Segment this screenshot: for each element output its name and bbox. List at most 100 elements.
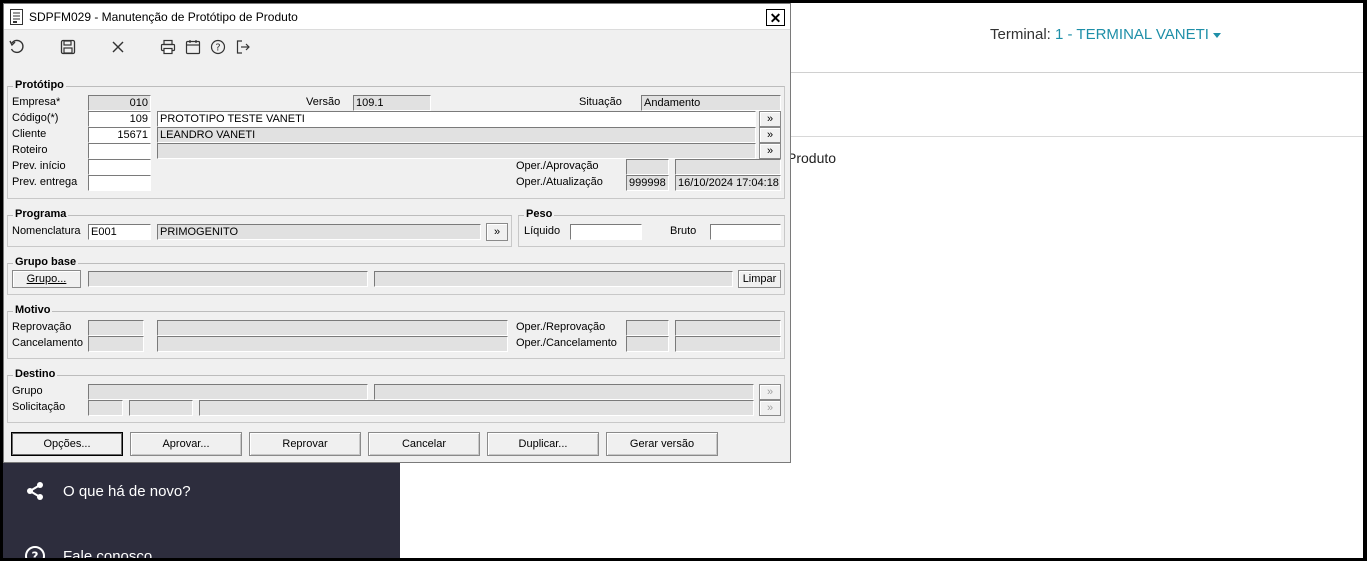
nomenclatura-field[interactable]: E001	[88, 224, 151, 240]
codigo-lookup-button[interactable]: »	[759, 111, 781, 127]
prev-inicio-field[interactable]	[88, 159, 151, 175]
oper-atualizacao-date: 16/10/2024 17:04:18	[675, 175, 781, 191]
share-icon	[23, 479, 47, 503]
oper-cancelamento-date	[675, 336, 781, 352]
help-icon[interactable]: ?	[209, 38, 227, 56]
codigo-field[interactable]: 109	[88, 111, 151, 127]
bruto-field[interactable]	[710, 224, 781, 240]
terminal-label: Terminal:	[990, 26, 1051, 43]
reprovacao-label: Reprovação	[12, 321, 72, 333]
caret-down-icon	[1212, 32, 1221, 38]
codigo-description[interactable]: PROTOTIPO TESTE VANETI	[157, 111, 756, 127]
reprovar-button[interactable]: Reprovar	[249, 432, 361, 456]
reprovacao-description	[157, 320, 508, 336]
oper-reprovacao-label: Oper./Reprovação	[516, 321, 606, 333]
sidebar-item-label: Fale conosco	[63, 547, 153, 559]
oper-atualizacao-label: Oper./Atualização	[516, 176, 603, 188]
programa-legend: Programa	[13, 208, 69, 220]
cancelamento-label: Cancelamento	[12, 337, 83, 349]
close-button[interactable]: ✕	[766, 9, 785, 26]
cancelamento-description	[157, 336, 508, 352]
svg-text:?: ?	[215, 43, 220, 54]
svg-text:?: ?	[32, 550, 39, 559]
nomenclatura-description: PRIMOGENITO	[157, 224, 481, 240]
sidebar-item-whats-new[interactable]: O que há de novo?	[3, 471, 400, 511]
prototipo-legend: Protótipo	[13, 79, 66, 91]
solicitacao-lookup-button: »	[759, 400, 781, 416]
oper-atualizacao-code: 999998	[626, 175, 669, 191]
codigo-label: Código(*)	[12, 112, 59, 124]
destino-grupo-code	[88, 384, 368, 400]
sidebar-item-contact[interactable]: ? Fale conosco	[3, 536, 400, 558]
calendar-icon[interactable]	[184, 38, 202, 56]
cancelamento-code	[88, 336, 144, 352]
limpar-button[interactable]: Limpar	[738, 270, 781, 288]
solicitacao-field-2	[129, 400, 193, 416]
solicitacao-description	[199, 400, 754, 416]
roteiro-label: Roteiro	[12, 144, 48, 156]
versao-field[interactable]: 109.1	[353, 95, 431, 111]
empresa-field[interactable]: 010	[88, 95, 151, 111]
gerar-versao-button[interactable]: Gerar versão	[606, 432, 718, 456]
oper-cancelamento-label: Oper./Cancelamento	[516, 337, 617, 349]
help-circle-icon: ?	[23, 544, 47, 558]
dialog-body: Protótipo Empresa* 010 Versão 109.1 Situ…	[4, 63, 790, 462]
sidebar-item-label: O que há de novo?	[63, 482, 191, 500]
oper-aprovacao-date	[675, 159, 781, 175]
aprovar-label: Aprovar...	[162, 438, 210, 450]
duplicar-button[interactable]: Duplicar...	[487, 432, 599, 456]
situacao-label: Situação	[579, 96, 622, 108]
destino-grupo-description	[374, 384, 754, 400]
empresa-label: Empresa*	[12, 96, 61, 108]
cancel-icon[interactable]	[109, 38, 127, 56]
grupo-base-legend: Grupo base	[13, 256, 79, 268]
oper-aprovacao-code	[626, 159, 669, 175]
cancelar-button[interactable]: Cancelar	[368, 432, 480, 456]
duplicar-label: Duplicar...	[518, 438, 568, 450]
print-icon[interactable]	[159, 38, 177, 56]
title-bar[interactable]: SDPFM029 - Manutenção de Protótipo de Pr…	[4, 4, 790, 30]
destino-grupo-lookup-button: »	[759, 384, 781, 400]
oper-cancelamento-code	[626, 336, 669, 352]
solicitacao-field-1	[88, 400, 123, 416]
grupo-button[interactable]: Grupo...	[12, 270, 81, 288]
prev-inicio-label: Prev. início	[12, 160, 66, 172]
liquido-field[interactable]	[570, 224, 642, 240]
undo-icon[interactable]	[8, 38, 26, 56]
roteiro-description	[157, 143, 756, 159]
destino-grupo-label: Grupo	[12, 385, 43, 397]
peso-legend: Peso	[524, 208, 555, 220]
oper-reprovacao-code	[626, 320, 669, 336]
terminal-value[interactable]: 1 - TERMINAL VANETI	[1055, 26, 1209, 43]
situacao-field[interactable]: Andamento	[641, 95, 781, 111]
aprovar-button[interactable]: Aprovar...	[130, 432, 242, 456]
opcoes-button[interactable]: Opções...	[11, 432, 123, 456]
solicitacao-label: Solicitação	[12, 401, 66, 413]
save-icon[interactable]	[59, 38, 77, 56]
prev-entrega-field[interactable]	[88, 175, 151, 191]
exit-icon[interactable]	[234, 38, 252, 56]
cliente-label: Cliente	[12, 128, 47, 140]
cliente-field[interactable]: 15671	[88, 127, 151, 143]
cliente-lookup-button[interactable]: »	[759, 127, 781, 143]
prototype-dialog: SDPFM029 - Manutenção de Protótipo de Pr…	[3, 3, 791, 463]
nomenclatura-lookup-button[interactable]: »	[486, 223, 508, 241]
cliente-description: LEANDRO VANETI	[157, 127, 756, 143]
dialog-title: SDPFM029 - Manutenção de Protótipo de Pr…	[29, 10, 298, 24]
nomenclatura-label: Nomenclatura	[12, 225, 81, 237]
prev-entrega-label: Prev. entrega	[12, 176, 78, 188]
oper-aprovacao-label: Oper./Aprovação	[516, 160, 599, 172]
bruto-label: Bruto	[670, 225, 697, 237]
liquido-label: Líquido	[524, 225, 561, 237]
terminal-selector[interactable]: Terminal: 1 - TERMINAL VANETI	[990, 26, 1221, 43]
gerar-versao-label: Gerar versão	[629, 438, 695, 450]
close-icon: ✕	[769, 9, 782, 26]
roteiro-lookup-button[interactable]: »	[759, 143, 781, 159]
versao-label: Versão	[306, 96, 341, 108]
reprovacao-code	[88, 320, 144, 336]
grupo-base-description	[374, 271, 733, 287]
roteiro-field[interactable]	[88, 143, 151, 159]
oper-reprovacao-date	[675, 320, 781, 336]
grupo-button-label: Grupo...	[26, 272, 67, 285]
destino-legend: Destino	[13, 368, 58, 380]
